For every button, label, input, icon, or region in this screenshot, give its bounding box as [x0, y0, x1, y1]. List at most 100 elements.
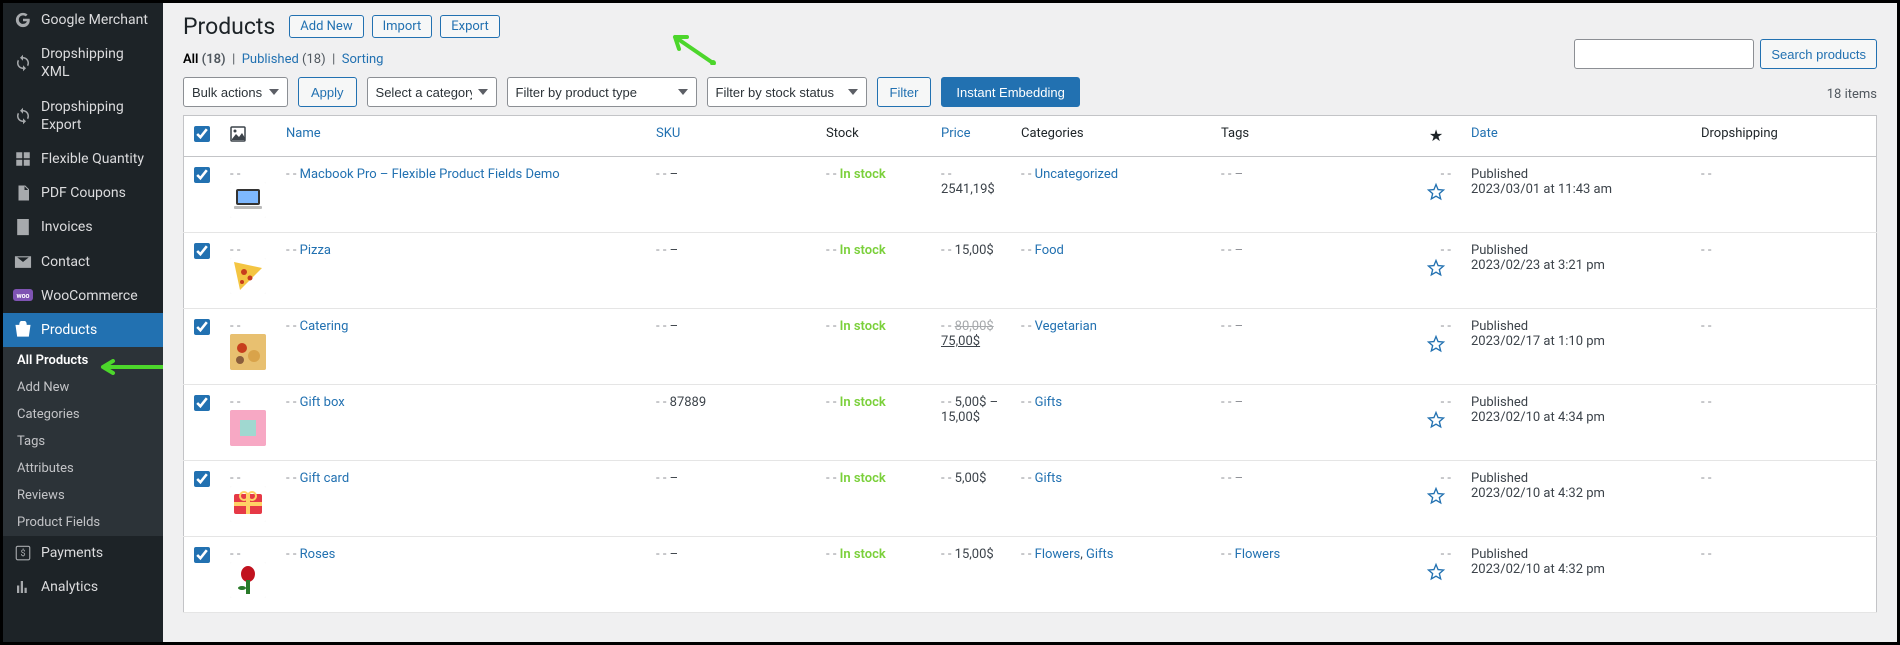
sidebar-sub-attributes[interactable]: Attributes — [3, 455, 163, 482]
price-cell: - - 15,00$ — [931, 537, 1011, 613]
product-thumbnail[interactable] — [230, 410, 266, 446]
sidebar-sub-all-products[interactable]: All Products — [3, 347, 163, 374]
sidebar-item-products[interactable]: Products — [3, 313, 163, 347]
sidebar-item-dropshipping-export[interactable]: Dropshipping Export — [3, 90, 163, 142]
product-name-link[interactable]: Gift box — [300, 395, 345, 410]
bulk-actions-select[interactable]: Bulk actions — [183, 77, 288, 107]
sidebar-item-label: Invoices — [41, 218, 153, 236]
column-dropshipping: Dropshipping — [1691, 116, 1877, 157]
page-title: Products — [183, 13, 275, 40]
column-featured: ★ — [1411, 116, 1461, 157]
featured-star-toggle[interactable] — [1426, 571, 1446, 586]
product-name-link[interactable]: Catering — [300, 319, 349, 334]
product-thumbnail[interactable] — [230, 258, 266, 294]
product-thumbnail[interactable] — [230, 562, 266, 598]
sidebar-item-label: PDF Coupons — [41, 184, 153, 202]
sidebar-item-contact[interactable]: Contact — [3, 245, 163, 279]
view-sorting-link[interactable]: Sorting — [342, 52, 384, 67]
category-link[interactable]: Gifts — [1035, 395, 1063, 410]
stock-status: In stock — [840, 319, 886, 334]
product-thumbnail[interactable] — [230, 334, 266, 370]
product-name-link[interactable]: Gift card — [300, 471, 350, 486]
sidebar-item-analytics[interactable]: Analytics — [3, 570, 163, 604]
sidebar-item-label: Payments — [41, 544, 153, 562]
view-published-link[interactable]: Published (18) — [242, 52, 329, 67]
view-all-link[interactable]: All (18) — [183, 52, 229, 67]
category-link[interactable]: Gifts — [1035, 471, 1063, 486]
featured-star-toggle[interactable] — [1426, 419, 1446, 434]
sidebar-sub-categories[interactable]: Categories — [3, 401, 163, 428]
featured-star-toggle[interactable] — [1426, 267, 1446, 282]
stock-status-filter-select[interactable]: Filter by stock status — [707, 77, 867, 107]
sidebar-sub-product-fields[interactable]: Product Fields — [3, 509, 163, 536]
category-link[interactable]: Gifts — [1086, 547, 1114, 562]
refresh-icon — [13, 107, 33, 125]
sidebar-sub-reviews[interactable]: Reviews — [3, 482, 163, 509]
sidebar-item-label: Google Merchant — [41, 11, 153, 29]
dropshipping-value: - - — [1701, 319, 1711, 334]
row-checkbox[interactable] — [194, 167, 210, 183]
product-name-link[interactable]: Pizza — [300, 243, 331, 258]
row-checkbox[interactable] — [194, 243, 210, 259]
sidebar-item-flexible-quantity[interactable]: Flexible Quantity — [3, 142, 163, 176]
product-thumbnail[interactable] — [230, 182, 266, 218]
category-link[interactable]: Vegetarian — [1035, 319, 1097, 334]
refresh-icon — [13, 54, 33, 72]
row-checkbox[interactable] — [194, 547, 210, 563]
featured-star-toggle[interactable] — [1426, 495, 1446, 510]
stock-status: In stock — [840, 243, 886, 258]
sidebar-submenu: All ProductsAdd NewCategoriesTagsAttribu… — [3, 347, 163, 536]
column-date[interactable]: Date — [1461, 116, 1691, 157]
filter-button[interactable]: Filter — [877, 77, 932, 107]
sidebar-item-pdf-coupons[interactable]: PDF Coupons — [3, 176, 163, 210]
sidebar-item-payments[interactable]: $Payments — [3, 536, 163, 570]
tag-link[interactable]: Flowers — [1235, 547, 1281, 562]
sidebar-sub-add-new[interactable]: Add New — [3, 374, 163, 401]
category-link[interactable]: Flowers — [1035, 547, 1081, 562]
sidebar-item-label: Analytics — [41, 578, 153, 596]
column-price[interactable]: Price — [931, 116, 1011, 157]
instant-embedding-button[interactable]: Instant Embedding — [941, 77, 1079, 107]
row-checkbox[interactable] — [194, 395, 210, 411]
add-new-button[interactable]: Add New — [289, 15, 363, 38]
category-link[interactable]: Uncategorized — [1035, 167, 1118, 182]
category-filter-select[interactable]: Select a category — [367, 77, 497, 107]
sidebar-item-google-merchant[interactable]: Google Merchant — [3, 3, 163, 37]
sidebar-item-invoices[interactable]: Invoices — [3, 210, 163, 244]
price-cell: - - 80,00$75,00$ — [931, 309, 1011, 385]
export-button[interactable]: Export — [440, 15, 500, 38]
dropshipping-value: - - — [1701, 547, 1711, 562]
column-sku[interactable]: SKU — [646, 116, 816, 157]
sidebar-item-dropshipping-xml[interactable]: Dropshipping XML — [3, 37, 163, 89]
apply-button[interactable]: Apply — [298, 77, 357, 107]
price-cell: - - 15,00$ — [931, 233, 1011, 309]
featured-star-toggle[interactable] — [1426, 191, 1446, 206]
search-input[interactable] — [1574, 39, 1754, 69]
publish-status: Published — [1471, 319, 1681, 334]
category-link[interactable]: Food — [1035, 243, 1064, 258]
sidebar-sub-tags[interactable]: Tags — [3, 428, 163, 455]
image-icon — [230, 131, 246, 146]
product-name-link[interactable]: Macbook Pro – Flexible Product Fields De… — [300, 167, 560, 182]
invoice-icon — [13, 218, 33, 236]
product-thumbnail[interactable] — [230, 486, 266, 522]
stock-status: In stock — [840, 471, 886, 486]
products-table: Name SKU Stock Price Categories Tags ★ D… — [183, 115, 1877, 613]
search-box: Search products — [1574, 39, 1877, 69]
product-name-link[interactable]: Roses — [300, 547, 336, 562]
row-checkbox[interactable] — [194, 471, 210, 487]
grid-icon — [13, 150, 33, 168]
featured-star-toggle[interactable] — [1426, 343, 1446, 358]
row-checkbox[interactable] — [194, 319, 210, 335]
stock-status: In stock — [840, 167, 886, 182]
column-name[interactable]: Name — [276, 116, 646, 157]
product-type-filter-select[interactable]: Filter by product type — [507, 77, 697, 107]
sku-value: – — [670, 243, 679, 258]
stock-status: In stock — [840, 395, 886, 410]
sidebar-item-woocommerce[interactable]: wooWooCommerce — [3, 279, 163, 313]
import-button[interactable]: Import — [372, 15, 433, 38]
search-button[interactable]: Search products — [1760, 39, 1877, 69]
dropshipping-value: - - — [1701, 471, 1711, 486]
select-all-checkbox[interactable] — [194, 126, 210, 142]
sidebar-item-label: Products — [41, 321, 153, 339]
